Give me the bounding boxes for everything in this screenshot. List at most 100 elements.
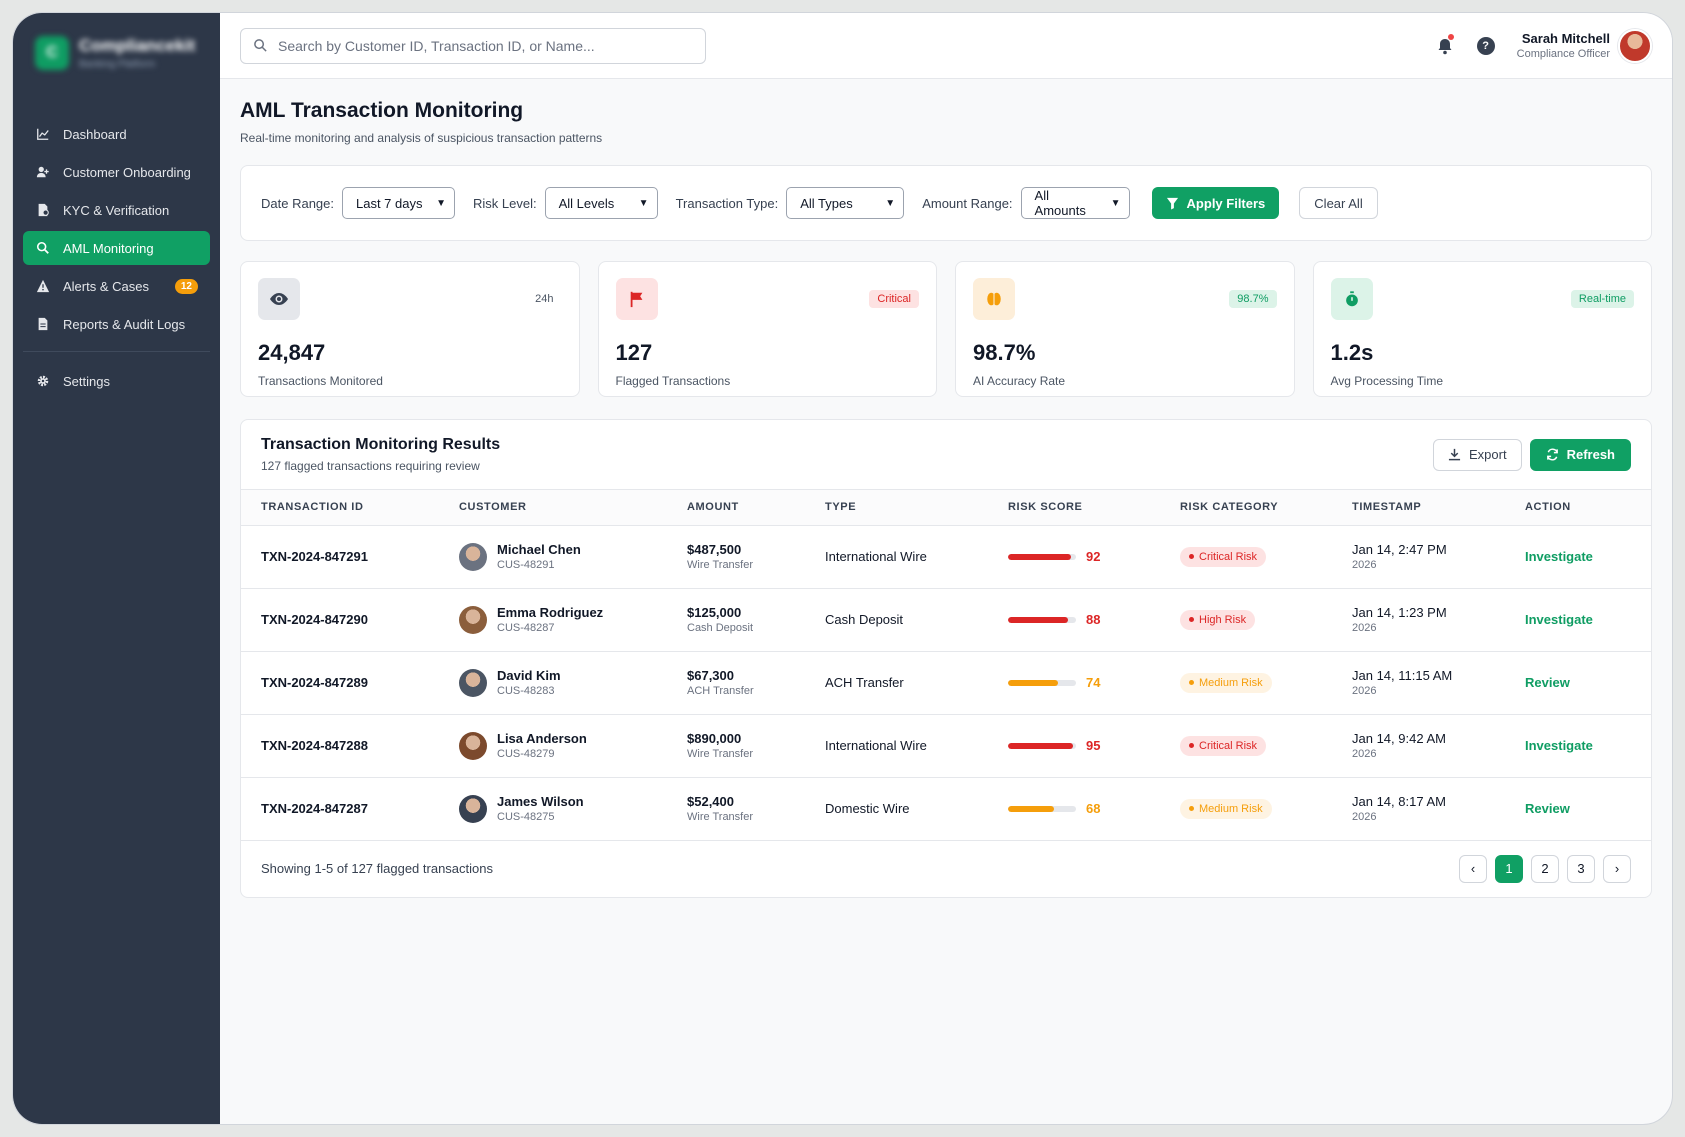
transaction-type-select[interactable]: All Types ▼ xyxy=(786,187,905,219)
date-range-value: Last 7 days xyxy=(356,195,423,211)
flag-icon xyxy=(615,278,658,320)
sidebar-item-aml-monitoring[interactable]: AML Monitoring xyxy=(23,231,210,265)
sidebar-item-label: Reports & Audit Logs xyxy=(63,316,186,332)
sidebar-item-alerts-cases[interactable]: Alerts & Cases 12 xyxy=(23,269,210,303)
avatar xyxy=(459,542,487,571)
app-window: C Compliancekit Banking Platform Dashboa… xyxy=(12,12,1673,1125)
cell-type: International Wire xyxy=(805,714,988,778)
chevron-right-icon[interactable]: › xyxy=(1603,854,1631,883)
clear-all-button[interactable]: Clear All xyxy=(1299,187,1378,219)
cell-timestamp: Jan 14, 9:42 AM 2026 xyxy=(1332,714,1505,778)
timestamp-year: 2026 xyxy=(1352,559,1377,571)
amount-range-label: Amount Range: xyxy=(922,195,1013,211)
row-action-link[interactable]: Review xyxy=(1525,801,1570,816)
apply-filters-label: Apply Filters xyxy=(1186,195,1266,211)
column-header[interactable]: TIMESTAMP xyxy=(1332,490,1505,526)
page-button-3[interactable]: 3 xyxy=(1567,854,1595,883)
cell-transaction-id: TXN-2024-847289 xyxy=(241,651,439,715)
cell-amount: $890,000 Wire Transfer xyxy=(667,714,805,778)
apply-filters-button[interactable]: Apply Filters xyxy=(1151,187,1280,219)
sidebar-item-label: Dashboard xyxy=(63,126,127,142)
notifications-button[interactable] xyxy=(1435,33,1455,56)
row-action-link[interactable]: Investigate xyxy=(1525,549,1593,564)
stat-tag: 98.7% xyxy=(1229,290,1277,308)
cell-action: Review xyxy=(1505,777,1651,841)
warning-icon xyxy=(35,278,51,294)
customer-name: James Wilson xyxy=(497,794,584,809)
search-input[interactable] xyxy=(278,37,693,54)
table-row: TXN-2024-847288 Lisa Anderson CUS-48279 $89… xyxy=(241,714,1651,778)
sidebar-item-kyc-verification[interactable]: KYC & Verification xyxy=(23,193,210,227)
cell-transaction-id: TXN-2024-847287 xyxy=(241,777,439,841)
user-plus-icon xyxy=(35,164,51,180)
avatar[interactable] xyxy=(1618,28,1652,63)
column-header[interactable]: AMOUNT xyxy=(667,490,805,526)
refresh-button[interactable]: Refresh xyxy=(1529,438,1631,471)
column-header[interactable]: RISK SCORE xyxy=(988,490,1160,526)
amount-type: Wire Transfer xyxy=(687,748,754,760)
help-icon[interactable]: ? xyxy=(1476,36,1495,55)
sidebar-item-settings[interactable]: Settings xyxy=(23,364,210,398)
column-header[interactable]: CUSTOMER xyxy=(439,490,667,526)
stat-label: Avg Processing Time xyxy=(1330,374,1444,388)
stat-label: Transactions Monitored xyxy=(258,374,383,388)
risk-level-select[interactable]: All Levels ▼ xyxy=(544,187,658,219)
avatar xyxy=(459,731,487,760)
risk-score-fill xyxy=(1008,805,1055,812)
page-button-2[interactable]: 2 xyxy=(1531,854,1559,883)
page-button-1[interactable]: 1 xyxy=(1495,854,1523,883)
customer-id: CUS-48275 xyxy=(497,811,555,823)
cell-customer: James Wilson CUS-48275 xyxy=(439,777,667,841)
status-dot xyxy=(1189,617,1194,622)
date-range-select[interactable]: Last 7 days ▼ xyxy=(342,187,455,219)
row-action-link[interactable]: Investigate xyxy=(1525,738,1593,753)
customer-id: CUS-48283 xyxy=(497,685,555,697)
customer-name: Michael Chen xyxy=(497,542,581,557)
export-button[interactable]: Export xyxy=(1433,438,1522,471)
avatar xyxy=(459,668,487,697)
user-menu[interactable]: Sarah Mitchell Compliance Officer xyxy=(1517,28,1652,63)
chevron-left-icon[interactable]: ‹ xyxy=(1459,854,1487,883)
risk-category-badge: Critical Risk xyxy=(1180,546,1267,567)
timestamp: Jan 14, 1:23 PM xyxy=(1352,605,1447,620)
pagination: ‹ 1 2 3 › xyxy=(1459,854,1631,883)
sidebar-item-dashboard[interactable]: Dashboard xyxy=(23,117,210,151)
transaction-id: TXN-2024-847287 xyxy=(261,801,368,816)
column-header[interactable]: TYPE xyxy=(805,490,988,526)
timestamp-year: 2026 xyxy=(1352,685,1377,697)
main-area: ? Sarah Mitchell Compliance Officer AML … xyxy=(220,13,1672,1124)
brand-name: Compliancekit xyxy=(79,36,196,55)
cell-customer: David Kim CUS-48283 xyxy=(439,651,667,715)
column-header[interactable]: TRANSACTION ID xyxy=(241,490,439,526)
customer-name: David Kim xyxy=(497,668,561,683)
sidebar-item-reports-audit-logs[interactable]: Reports & Audit Logs xyxy=(23,307,210,341)
risk-level-label: Risk Level: xyxy=(473,195,537,211)
stat-tag: Real-time xyxy=(1570,290,1634,308)
sidebar-item-customer-onboarding[interactable]: Customer Onboarding xyxy=(23,155,210,189)
cell-type: International Wire xyxy=(805,525,988,589)
risk-score-fill xyxy=(1008,616,1068,623)
risk-score-bar xyxy=(1008,742,1076,749)
cell-timestamp: Jan 14, 8:17 AM 2026 xyxy=(1332,777,1505,841)
cell-customer: Michael Chen CUS-48291 xyxy=(439,525,667,589)
avatar xyxy=(459,605,487,634)
cell-risk-category: Medium Risk xyxy=(1160,651,1332,715)
search-box[interactable] xyxy=(240,27,706,64)
eye-icon xyxy=(258,278,300,320)
stat-card-flagged-transactions: Critical 127 Flagged Transactions xyxy=(597,261,937,397)
cell-risk-category: High Risk xyxy=(1160,588,1332,652)
export-label: Export xyxy=(1469,447,1507,462)
risk-level-value: All Levels xyxy=(558,195,615,211)
row-action-link[interactable]: Investigate xyxy=(1525,612,1593,627)
table-row: TXN-2024-847290 Emma Rodriguez CUS-48287 $1… xyxy=(241,588,1651,652)
column-header[interactable]: RISK CATEGORY xyxy=(1160,490,1332,526)
brand-tagline: Banking Platform xyxy=(79,59,156,70)
stat-tag: Critical xyxy=(869,290,919,308)
row-action-link[interactable]: Review xyxy=(1525,675,1570,690)
cell-action: Review xyxy=(1505,651,1651,715)
amount-range-select[interactable]: All Amounts ▼ xyxy=(1020,187,1130,219)
column-header[interactable]: ACTION xyxy=(1505,490,1651,526)
cell-amount: $125,000 Cash Deposit xyxy=(667,588,805,652)
amount-range-value: All Amounts xyxy=(1034,188,1086,218)
status-dot xyxy=(1189,743,1194,748)
